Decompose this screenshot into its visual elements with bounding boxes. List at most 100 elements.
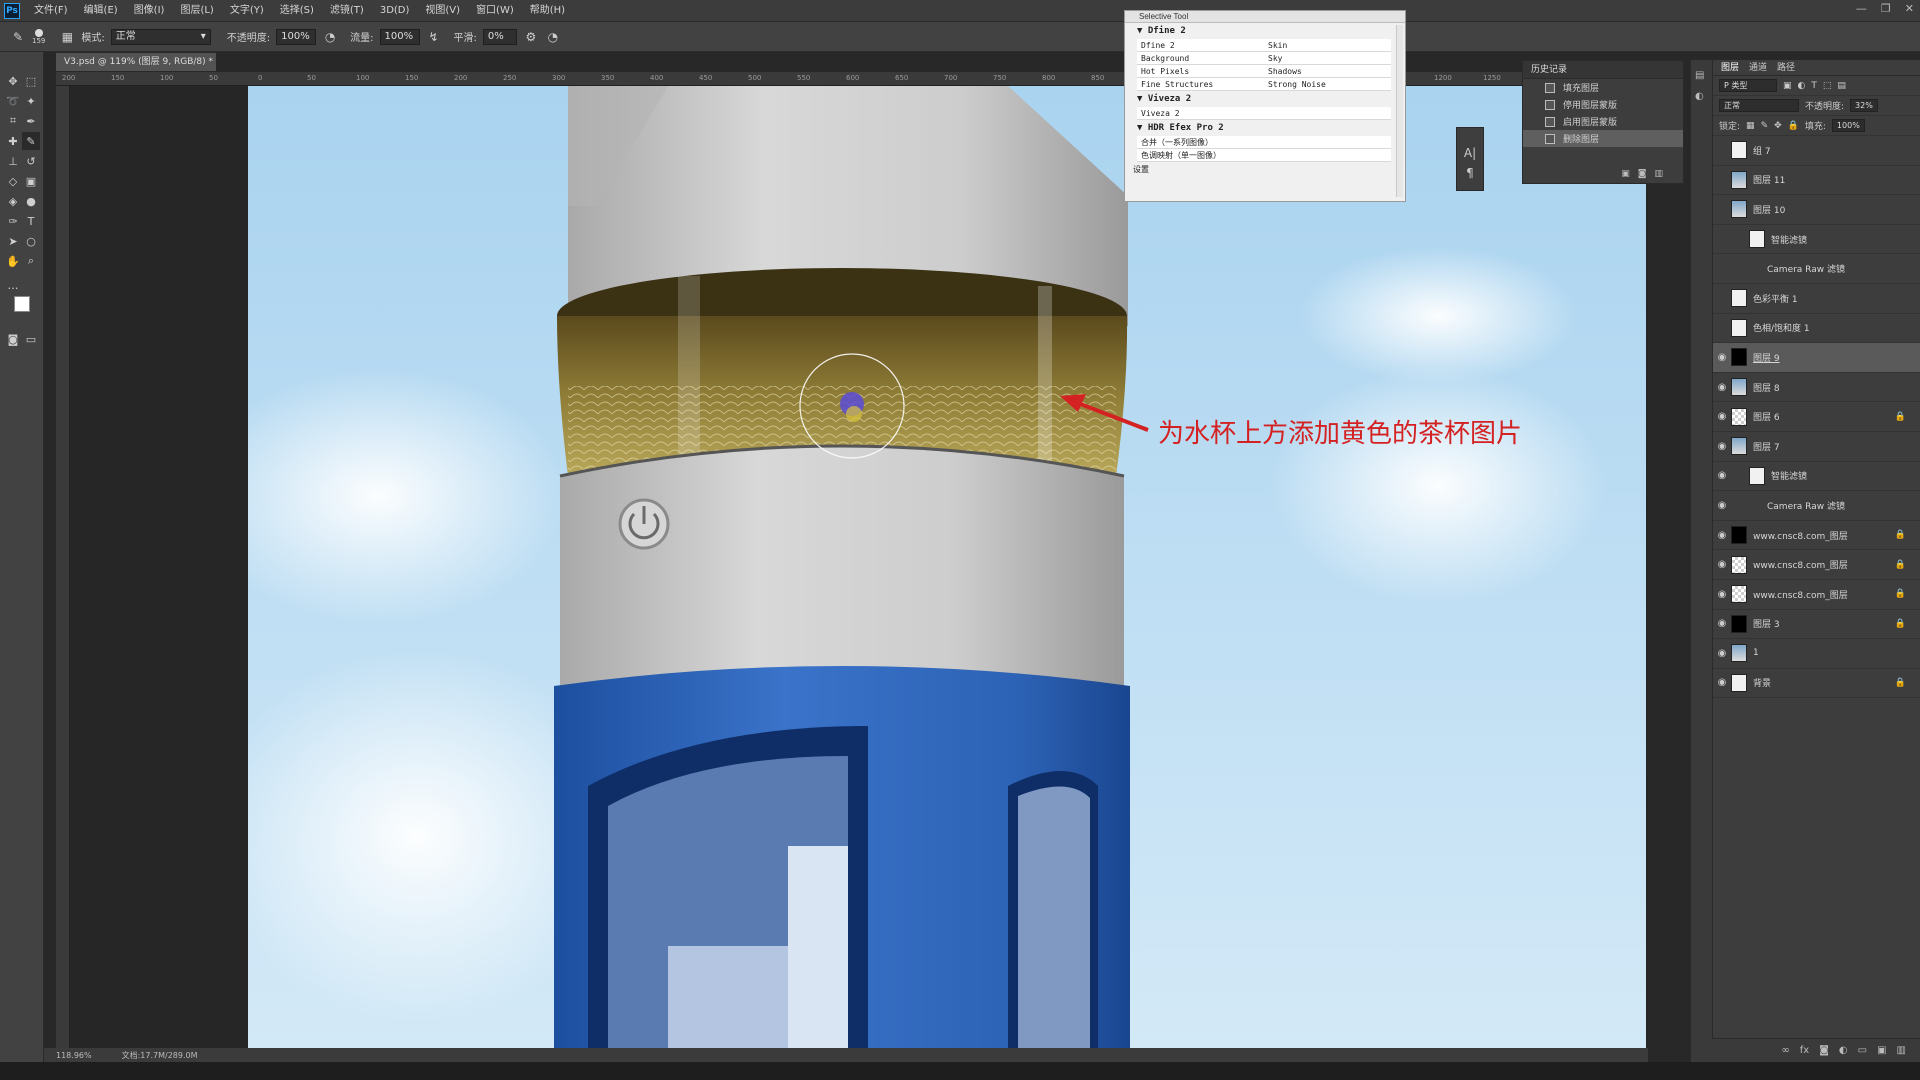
minimize-button[interactable]: — [1856, 2, 1867, 15]
character-icon[interactable]: A| [1464, 146, 1476, 160]
menu-item[interactable]: 滤镜(T) [322, 0, 372, 22]
airbrush-icon[interactable]: ↯ [426, 29, 442, 45]
menu-item[interactable]: 图层(L) [172, 0, 221, 22]
visibility-eye-icon[interactable]: ◉ [1713, 411, 1731, 422]
selective-filter-button[interactable]: 合并（一系列图像） [1137, 136, 1264, 148]
fx-icon[interactable]: fx [1800, 1045, 1809, 1056]
lasso-tool-icon[interactable]: ➰ [4, 92, 22, 110]
history-item[interactable]: 删除图层 [1523, 130, 1683, 147]
marquee-tool-icon[interactable]: ⬚ [22, 72, 40, 90]
selective-filter-button[interactable]: Skin [1264, 39, 1391, 51]
visibility-eye-icon[interactable]: ◉ [1713, 648, 1731, 659]
scrollbar[interactable] [1396, 25, 1403, 197]
new-layer-icon[interactable]: ▣ [1877, 1045, 1886, 1056]
selective-filter-button[interactable] [1264, 136, 1391, 148]
magic-wand-icon[interactable]: ✦ [22, 92, 40, 110]
lock-brush-icon[interactable]: ✎ [1761, 121, 1769, 131]
menu-item[interactable]: 帮助(H) [522, 0, 573, 22]
layer-row[interactable]: ◉ 图层 3 🔒 [1713, 610, 1920, 640]
camera-icon[interactable]: ◙ [1638, 169, 1647, 179]
layer-opacity-field[interactable]: 32% [1850, 99, 1878, 112]
brush-tool-icon[interactable]: ✎ [22, 132, 40, 150]
history-item[interactable]: 停用图层蒙版 [1523, 96, 1683, 113]
adjustment-layer-icon[interactable]: ◐ [1839, 1045, 1848, 1056]
adjustment-filter-icon[interactable]: ◐ [1798, 81, 1806, 91]
healing-brush-icon[interactable]: ✚ [4, 132, 22, 150]
screen-mode-icon[interactable]: ▭ [22, 330, 40, 348]
path-select-icon[interactable]: ➤ [4, 232, 22, 250]
history-brush-icon[interactable]: ↺ [22, 152, 40, 170]
layer-row[interactable]: Camera Raw 滤镜 [1713, 254, 1920, 284]
visibility-eye-icon[interactable]: ◉ [1713, 559, 1731, 570]
restore-button[interactable]: ❐ [1881, 2, 1891, 15]
trash-icon[interactable]: ▥ [1897, 1045, 1906, 1056]
gradient-tool-icon[interactable]: ▣ [22, 172, 40, 190]
menu-item[interactable]: 编辑(E) [76, 0, 126, 22]
stamp-tool-icon[interactable]: ⊥ [4, 152, 22, 170]
history-dock-icon[interactable]: ▤ [1695, 70, 1708, 81]
more-tools-icon[interactable]: … [4, 276, 22, 294]
visibility-eye-icon[interactable]: ◉ [1713, 382, 1731, 393]
selective-section-header[interactable]: ▼ Viveza 2 [1125, 91, 1405, 107]
trash-icon[interactable]: ▥ [1654, 169, 1663, 179]
layer-row[interactable]: ◉ Camera Raw 滤镜 [1713, 491, 1920, 521]
layer-row[interactable]: ◉ 1 [1713, 639, 1920, 669]
selective-section-header[interactable]: ▼ HDR Efex Pro 2 [1125, 120, 1405, 136]
image-filter-icon[interactable]: ▣ [1783, 81, 1792, 91]
visibility-eye-icon[interactable]: ◉ [1713, 677, 1731, 688]
pressure-opacity-icon[interactable]: ◔ [322, 29, 338, 45]
hand-tool-icon[interactable]: ✋ [4, 252, 22, 270]
pressure-size-icon[interactable]: ◔ [545, 29, 561, 45]
selective-filter-button[interactable] [1264, 149, 1391, 161]
layer-row[interactable]: 图层 11 [1713, 166, 1920, 196]
visibility-eye-icon[interactable]: ◉ [1713, 618, 1731, 629]
layer-row[interactable]: 组 7 [1713, 136, 1920, 166]
menu-item[interactable]: 文件(F) [26, 0, 76, 22]
selective-filter-button[interactable]: Background [1137, 52, 1264, 64]
selective-filter-button[interactable]: Dfine 2 [1137, 39, 1264, 51]
mode-select[interactable]: 正常 ▾ [110, 28, 211, 45]
eyedropper-icon[interactable]: ✒ [22, 112, 40, 130]
paragraph-icon[interactable]: ¶ [1466, 166, 1474, 180]
move-tool-icon[interactable]: ✥ [4, 72, 22, 90]
brush-settings-icon[interactable]: ▦ [59, 29, 75, 45]
zoom-tool-icon[interactable]: ⌕ [22, 252, 40, 270]
layer-row[interactable]: 智能滤镜 [1713, 225, 1920, 255]
info-dock-icon[interactable]: ◐ [1695, 91, 1708, 102]
selective-settings-label[interactable]: 设置 [1125, 164, 1405, 175]
layer-row[interactable]: ◉ www.cnsc8.com_图层 🔒 [1713, 521, 1920, 551]
layer-filter-select[interactable]: P 类型 [1719, 79, 1777, 92]
selective-filter-button[interactable]: 色调映射（单一图像） [1137, 149, 1264, 161]
layer-row[interactable]: ◉ 智能滤镜 [1713, 462, 1920, 492]
close-button[interactable]: ✕ [1905, 2, 1914, 15]
lock-pixels-icon[interactable]: ▦ [1746, 121, 1755, 131]
artwork-image[interactable] [248, 86, 1646, 1048]
layers-tab[interactable]: 通道 [1749, 60, 1767, 75]
add-mask-icon[interactable]: ◙ [1819, 1045, 1829, 1056]
layer-row[interactable]: ◉ www.cnsc8.com_图层 🔒 [1713, 580, 1920, 610]
type-filter-icon[interactable]: T [1811, 81, 1817, 91]
smooth-field[interactable]: 0% [482, 28, 517, 45]
crop-tool-icon[interactable]: ⌗ [4, 112, 22, 130]
selective-filter-button[interactable]: Fine Structures [1137, 78, 1264, 90]
selective-filter-button[interactable]: Hot Pixels [1137, 65, 1264, 77]
layer-row[interactable]: 色相/饱和度 1 [1713, 314, 1920, 344]
selective-filter-button[interactable] [1264, 107, 1391, 119]
history-item[interactable]: 填充图层 [1523, 79, 1683, 96]
link-layers-icon[interactable]: ∞ [1781, 1045, 1789, 1056]
fill-field[interactable]: 100% [1831, 119, 1865, 132]
lock-position-icon[interactable]: ✥ [1774, 121, 1782, 131]
dodge-tool-icon[interactable]: ● [22, 192, 40, 210]
layers-tab[interactable]: 图层 [1721, 60, 1739, 75]
visibility-eye-icon[interactable]: ◉ [1713, 500, 1731, 511]
visibility-eye-icon[interactable]: ◉ [1713, 530, 1731, 541]
lock-all-icon[interactable]: 🔒 [1788, 121, 1799, 131]
layer-row[interactable]: ◉ 图层 9 [1713, 343, 1920, 373]
selective-filter-button[interactable]: Shadows [1264, 65, 1391, 77]
menu-item[interactable]: 视图(V) [417, 0, 468, 22]
blur-tool-icon[interactable]: ◈ [4, 192, 22, 210]
quick-mask-icon[interactable]: ◙ [4, 330, 22, 348]
visibility-eye-icon[interactable]: ◉ [1713, 589, 1731, 600]
layer-row[interactable]: ◉ 背景 🔒 [1713, 669, 1920, 699]
type-tool-icon[interactable]: T [22, 212, 40, 230]
